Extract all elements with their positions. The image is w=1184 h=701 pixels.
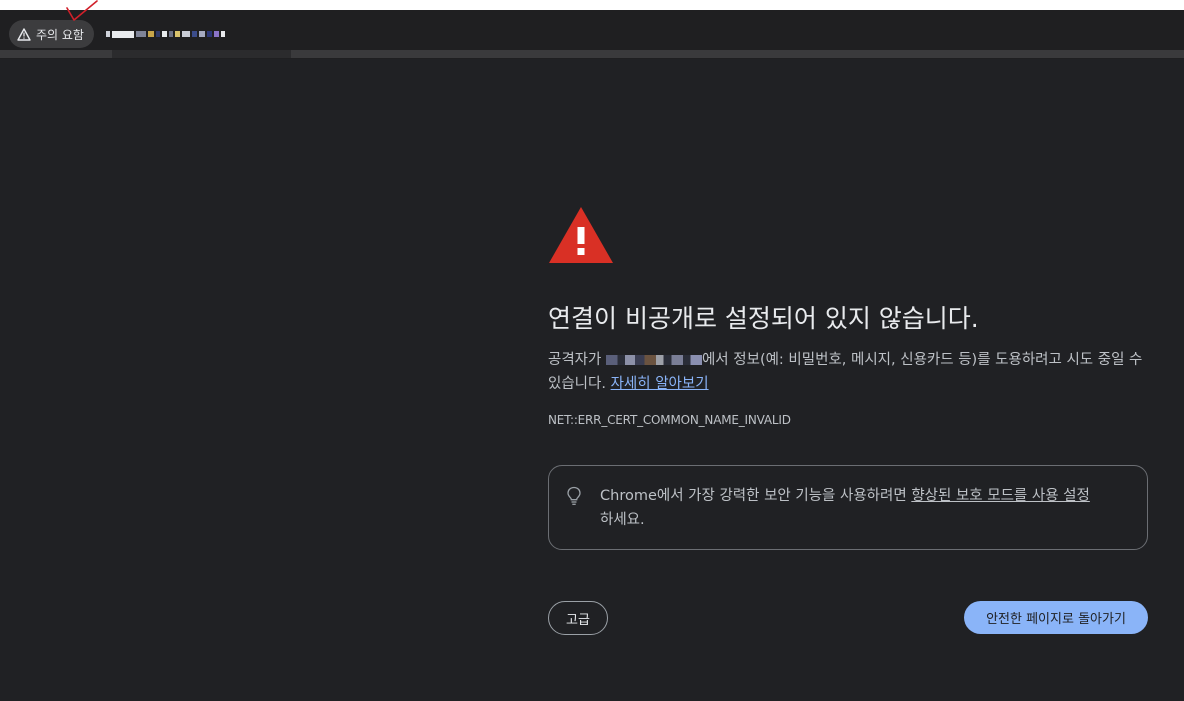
warning-description: 공격자가 에서 정보(예: 비밀번호, 메시지, 신용카드 등)를 도용하려고 … xyxy=(548,348,1148,396)
security-chip-label: 주의 요함 xyxy=(36,27,84,42)
learn-more-link[interactable]: 자세히 알아보기 xyxy=(611,376,709,392)
lightbulb-icon xyxy=(567,486,581,505)
enable-enhanced-protection-link[interactable]: 향상된 보호 모드를 사용 설정 xyxy=(911,488,1090,504)
warning-triangle-icon xyxy=(549,207,613,263)
enhanced-suffix: 하세요. xyxy=(600,512,645,528)
url-text-redacted[interactable] xyxy=(106,29,238,39)
annotation-check-mark xyxy=(66,0,98,21)
error-code: NET::ERR_CERT_COMMON_NAME_INVALID xyxy=(548,413,791,427)
security-chip[interactable]: 주의 요함 xyxy=(9,20,94,48)
back-to-safety-button[interactable]: 안전한 페이지로 돌아가기 xyxy=(964,601,1148,634)
redacted-hostname xyxy=(605,355,702,365)
warning-triangle-icon xyxy=(17,27,31,41)
advanced-button[interactable]: 고급 xyxy=(548,601,608,635)
omnibox-underline xyxy=(112,50,291,58)
enhanced-prefix: Chrome에서 가장 강력한 보안 기능을 사용하려면 xyxy=(600,488,912,504)
page-title: 연결이 비공개로 설정되어 있지 않습니다. xyxy=(548,304,979,333)
description-prefix: 공격자가 xyxy=(548,352,606,368)
enhanced-protection-tip: Chrome에서 가장 강력한 보안 기능을 사용하려면 향상된 보호 모드를 … xyxy=(548,465,1148,550)
top-edge xyxy=(0,0,1184,10)
enhanced-protection-text: Chrome에서 가장 강력한 보안 기능을 사용하려면 향상된 보호 모드를 … xyxy=(600,484,1135,532)
